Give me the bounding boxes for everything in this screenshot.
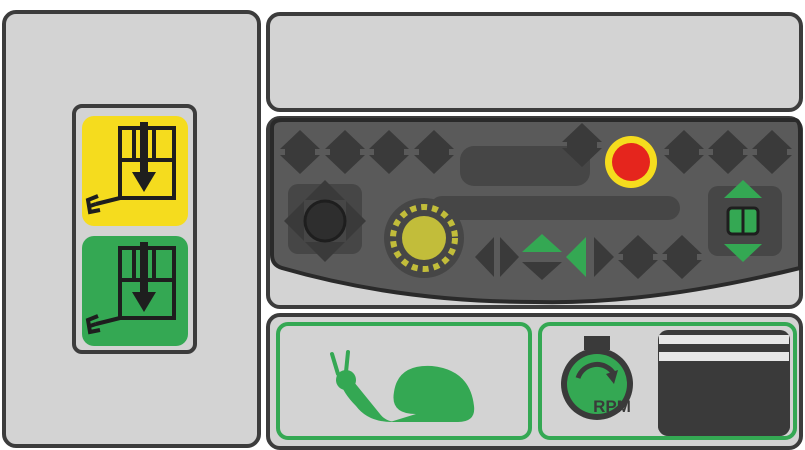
rpm-level-segment [658,385,790,396]
rpm-indicator[interactable]: RPM [538,322,797,440]
rpm-level-segment [658,351,790,362]
rpm-label: RPM [593,397,631,416]
rotary-dial-icon[interactable] [384,198,464,278]
rpm-level-bars [658,330,790,436]
emergency-stop-icon[interactable] [612,143,650,181]
slow-mode-indicator[interactable] [276,322,532,440]
rpm-level-segment [658,334,790,345]
toggle-switch-icon[interactable] [708,180,782,262]
rpm-gauge-icon [561,336,633,420]
rpm-level-segment [658,419,790,430]
rpm-level-segment [658,402,790,413]
console-track [430,196,680,220]
joystick-icon[interactable] [284,180,366,262]
snail-icon [330,350,475,422]
rpm-level-segment [658,368,790,379]
